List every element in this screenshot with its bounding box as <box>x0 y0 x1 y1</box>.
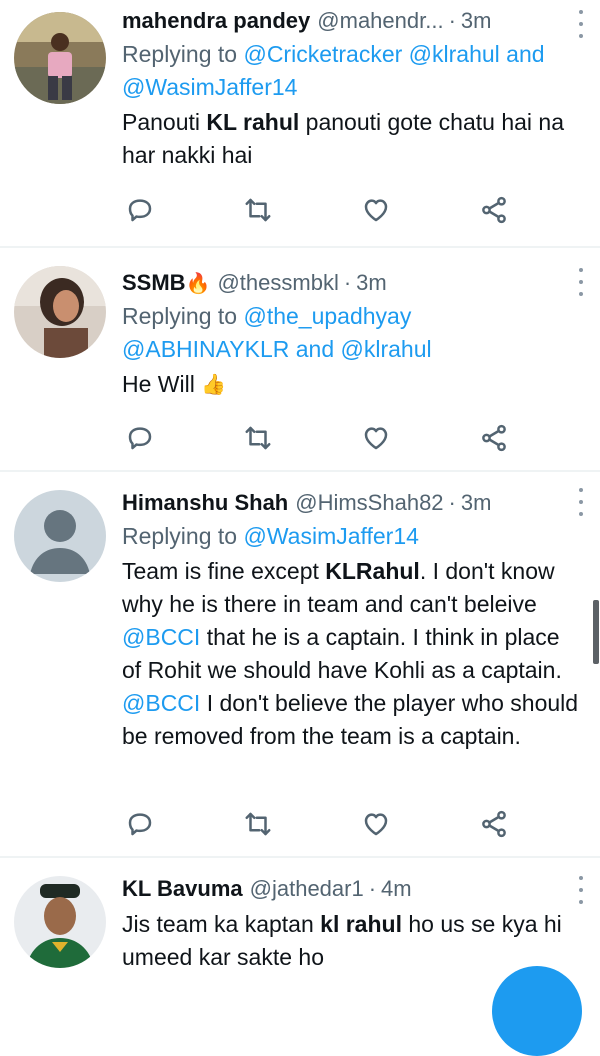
share-icon[interactable] <box>476 192 512 228</box>
author-handle[interactable]: @thessmbkl <box>217 270 338 296</box>
mention-link[interactable]: @BCCI <box>122 690 200 716</box>
author-handle[interactable]: @jathedar1 <box>250 876 364 902</box>
timestamp[interactable]: 4m <box>381 876 412 902</box>
text-run: Team is fine except <box>122 558 326 584</box>
separator-dot: · <box>448 8 456 33</box>
replying-and[interactable]: and <box>296 336 334 362</box>
mention-link[interactable]: @BCCI <box>122 624 200 650</box>
tweet-text: Team is fine except KLRahul. I don't kno… <box>122 555 582 753</box>
more-icon[interactable] <box>578 876 584 904</box>
author-name[interactable]: KL Bavuma <box>122 876 243 902</box>
like-icon[interactable] <box>358 420 394 456</box>
mention-link[interactable]: @WasimJaffer14 <box>122 74 297 100</box>
reply-icon[interactable] <box>122 192 158 228</box>
reply-icon[interactable] <box>122 420 158 456</box>
mention-link[interactable]: @Cricketracker <box>243 41 402 67</box>
retweet-icon[interactable] <box>240 192 276 228</box>
more-icon[interactable] <box>578 268 584 296</box>
mention-link[interactable]: @klrahul <box>341 336 432 362</box>
replying-label: Replying to <box>122 41 238 67</box>
text-run: Panouti <box>122 109 207 135</box>
retweet-icon[interactable] <box>240 806 276 842</box>
text-bold: KL rahul <box>206 109 300 135</box>
text-run: Jis team ka kaptan <box>122 911 321 937</box>
replying-label: Replying to <box>122 303 238 329</box>
avatar[interactable] <box>14 266 106 358</box>
text-bold: kl rahul <box>320 911 402 937</box>
reply-icon[interactable] <box>122 806 158 842</box>
avatar[interactable] <box>14 876 106 968</box>
replying-to: Replying to @WasimJaffer14 <box>122 520 582 553</box>
more-icon[interactable] <box>578 10 584 38</box>
timestamp[interactable]: 3m <box>461 490 492 516</box>
like-icon[interactable] <box>358 192 394 228</box>
mention-link[interactable]: @ABHINAYKLR <box>122 336 289 362</box>
text-run: He Will <box>122 371 195 397</box>
divider <box>0 470 600 472</box>
text-bold: KLRahul <box>325 558 420 584</box>
fire-emoji: 🔥 <box>185 272 211 295</box>
avatar[interactable] <box>14 490 106 582</box>
author-handle[interactable]: @mahendr... <box>317 8 443 34</box>
mention-link[interactable]: @the_upadhyay <box>243 303 411 329</box>
timestamp[interactable]: 3m <box>461 8 492 34</box>
author-handle[interactable]: @HimsShah82 <box>295 490 443 516</box>
mention-link[interactable]: @klrahul <box>409 41 500 67</box>
share-icon[interactable] <box>476 806 512 842</box>
separator-dot: · <box>343 270 352 295</box>
divider <box>0 246 600 248</box>
thumbs-up-emoji: 👍 <box>201 374 227 397</box>
avatar[interactable] <box>14 12 106 104</box>
compose-button[interactable] <box>492 966 582 1056</box>
separator-dot: · <box>368 876 377 901</box>
timestamp[interactable]: 3m <box>356 270 387 296</box>
divider <box>0 856 600 858</box>
tweet-text: He Will 👍 <box>122 368 582 402</box>
replying-to: Replying to @the_upadhyay @ABHINAYKLR an… <box>122 300 582 366</box>
share-icon[interactable] <box>476 420 512 456</box>
mention-link[interactable]: @WasimJaffer14 <box>243 523 418 549</box>
author-name[interactable]: mahendra pandey <box>122 8 310 34</box>
replying-label: Replying to <box>122 523 238 549</box>
more-icon[interactable] <box>578 488 584 516</box>
author-name[interactable]: Himanshu Shah <box>122 490 288 516</box>
replying-and[interactable]: and <box>506 41 544 67</box>
scrollbar[interactable] <box>593 600 599 664</box>
like-icon[interactable] <box>358 806 394 842</box>
separator-dot: · <box>448 490 456 515</box>
replying-to: Replying to @Cricketracker @klrahul and … <box>122 38 582 104</box>
tweet-text: Panouti KL rahul panouti gote chatu hai … <box>122 106 582 172</box>
author-name[interactable]: SSMB <box>122 270 186 296</box>
retweet-icon[interactable] <box>240 420 276 456</box>
tweet-text: Jis team ka kaptan kl rahul ho us se kya… <box>122 908 582 974</box>
